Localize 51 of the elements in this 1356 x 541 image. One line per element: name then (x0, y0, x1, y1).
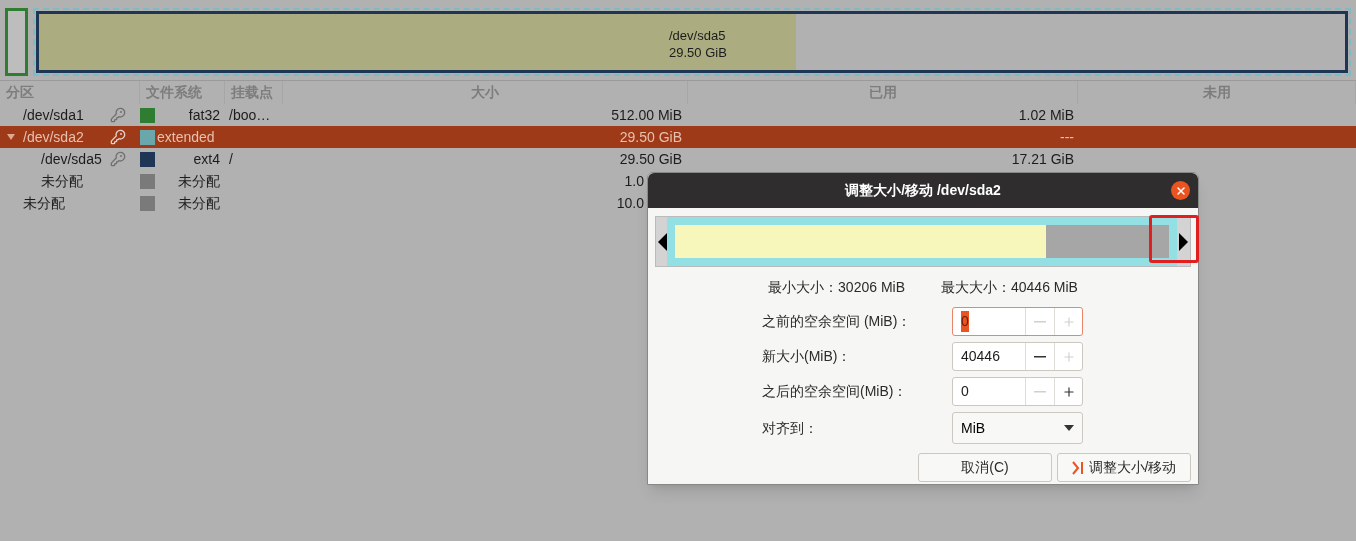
selected-row[interactable]: /dev/sda2 extended 29.50 GiB --- (0, 126, 1356, 148)
close-button[interactable] (1171, 181, 1190, 200)
filesystem-label: ext4 (192, 149, 221, 169)
field-value: 0 (961, 382, 969, 401)
field-value: 0 (961, 311, 969, 332)
alignment-dropdown[interactable]: MiB (952, 412, 1083, 444)
max-size-label: 最大大小：40446 MiB (941, 278, 1078, 297)
min-size-label: 最小大小：30206 MiB (768, 278, 905, 297)
used-cell: 1.02 MiB (1018, 106, 1074, 123)
partition-label: /dev/sda5 (669, 27, 727, 44)
spin-field[interactable]: 0 (952, 377, 1083, 406)
size-cell: 10.0 (616, 194, 644, 211)
close-icon (1174, 184, 1187, 197)
used-cell: 17.21 GiB (1011, 150, 1074, 167)
filesystem-label: extended (156, 127, 216, 147)
dialog-title: 调整大小/移动 /dev/sda2 (845, 181, 1001, 200)
partition-name[interactable]: /dev/sda1 (23, 104, 84, 126)
partition-name[interactable]: /dev/sda5 (41, 148, 102, 170)
filesystem-label: fat32 (187, 105, 221, 125)
filesystem-label: 未分配 (177, 171, 221, 191)
partition-name[interactable]: 未分配 (23, 192, 65, 214)
minus-icon (1034, 390, 1046, 393)
plus-icon (1061, 349, 1076, 364)
resize-button[interactable]: 调整大小/移动 (1057, 453, 1191, 482)
mount-point: /boo… (229, 106, 271, 123)
field-label: 之后的空余空间(MiB)： (762, 382, 909, 401)
filesystem-label: 未分配 (177, 193, 221, 213)
size-cell: 1.0 (624, 172, 644, 189)
right-handle-icon[interactable] (1179, 232, 1188, 251)
minus-icon (1034, 320, 1046, 323)
expander-icon[interactable] (6, 133, 16, 141)
used-cell: --- (1060, 128, 1074, 145)
dropdown-arrow-icon (1064, 425, 1074, 431)
cancel-button[interactable]: 取消(C) (918, 453, 1052, 482)
size-cell: 512.00 MiB (611, 106, 682, 123)
partition-name[interactable]: 未分配 (41, 170, 83, 192)
partition-name[interactable]: /dev/sda2 (23, 126, 84, 148)
field-label: 对齐到： (762, 418, 819, 438)
mount-point: / (229, 150, 233, 167)
spin-field[interactable]: 40446 (952, 342, 1083, 371)
field-label: 之前的空余空间 (MiB)： (762, 312, 913, 331)
field-label: 新大小(MiB)： (762, 347, 853, 366)
plus-icon (1061, 314, 1076, 329)
partition-block[interactable] (5, 8, 28, 76)
field-value: 40446 (961, 347, 1000, 366)
size-cell: 29.50 GiB (619, 128, 682, 145)
plus-icon (1061, 384, 1076, 399)
size-cell: 29.50 GiB (619, 150, 682, 167)
minus-icon (1034, 355, 1046, 358)
resize-icon (1071, 460, 1084, 475)
partition-size: 29.50 GiB (669, 44, 727, 61)
